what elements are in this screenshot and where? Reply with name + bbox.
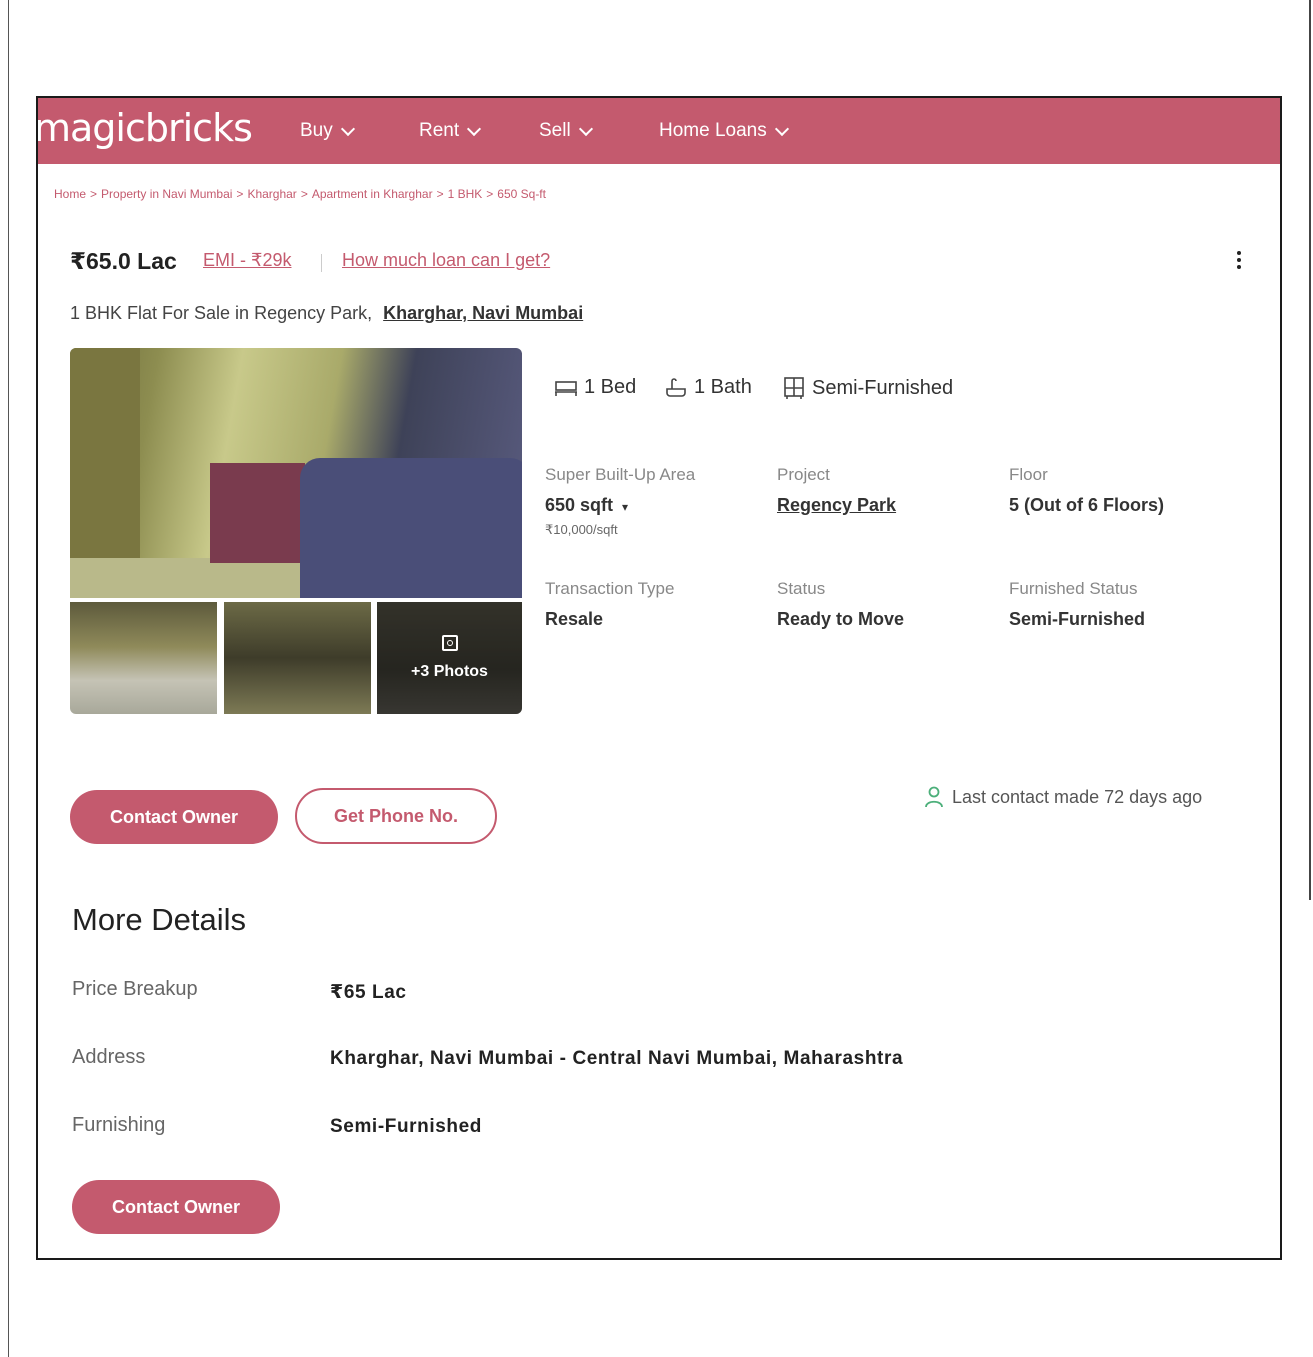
breadcrumb-home[interactable]: Home bbox=[54, 187, 86, 201]
spec-furnished-value: Semi-Furnished bbox=[1009, 609, 1146, 629]
magicbricks-logo[interactable]: magicbricks bbox=[38, 106, 253, 150]
page-edge-line bbox=[1309, 0, 1311, 900]
caret-down-icon: ▾ bbox=[622, 500, 629, 514]
get-phone-button[interactable]: Get Phone No. bbox=[295, 788, 497, 844]
more-photos-thumbnail[interactable]: +3 Photos bbox=[377, 602, 522, 714]
spec-area-value[interactable]: 650 sqft ▾ bbox=[545, 495, 628, 516]
spec-transaction-value: Resale bbox=[545, 609, 604, 629]
spec-transaction-label: Transaction Type bbox=[545, 579, 675, 598]
amenity-furnishing-label: Semi-Furnished bbox=[812, 376, 954, 399]
detail-label-address: Address bbox=[72, 1046, 146, 1068]
listing-price: ₹65.0 Lac bbox=[70, 248, 177, 274]
nav-buy-label: Buy bbox=[300, 120, 333, 141]
spec-project-label: Project bbox=[777, 465, 830, 484]
user-icon bbox=[925, 786, 943, 808]
listing-subtitle: 1 BHK Flat For Sale in Regency Park, Kha… bbox=[70, 303, 583, 324]
amenity-bath: 1 Bath bbox=[664, 376, 752, 399]
breadcrumb-kharghar[interactable]: Kharghar bbox=[247, 187, 296, 201]
page-edge-line bbox=[8, 0, 9, 1357]
breadcrumb-area[interactable]: 650 Sq-ft bbox=[497, 187, 546, 201]
nav-sell[interactable]: Sell bbox=[539, 120, 593, 142]
spec-floor-label: Floor bbox=[1009, 465, 1048, 484]
detail-value-price: ₹65 Lac bbox=[330, 982, 407, 1003]
detail-label-furnishing: Furnishing bbox=[72, 1114, 166, 1136]
chevron-down-icon bbox=[578, 121, 593, 136]
top-nav-bar: magicbricks Buy Rent Sell Home Loans bbox=[38, 98, 1280, 164]
divider bbox=[321, 254, 322, 272]
detail-value-furnishing: Semi-Furnished bbox=[330, 1116, 482, 1137]
more-options-icon[interactable] bbox=[1233, 248, 1245, 276]
spec-status-value: Ready to Move bbox=[777, 609, 905, 629]
nav-home-loans-label: Home Loans bbox=[659, 120, 767, 141]
last-contact-text: Last contact made 72 days ago bbox=[952, 786, 1203, 807]
gallery-icon bbox=[441, 635, 458, 651]
chevron-down-icon bbox=[467, 121, 482, 136]
amenity-furnishing: Semi-Furnished bbox=[782, 376, 953, 400]
more-details-title: More Details bbox=[72, 902, 246, 937]
nav-sell-label: Sell bbox=[539, 120, 571, 141]
photo-thumbnail[interactable] bbox=[70, 602, 217, 714]
photo-thumbnail[interactable] bbox=[224, 602, 371, 714]
amenity-bath-label: 1 Bath bbox=[694, 376, 752, 398]
last-contact-info: Last contact made 72 days ago bbox=[924, 786, 1202, 808]
loan-eligibility-link[interactable]: How much loan can I get? bbox=[342, 250, 550, 271]
listing-page: magicbricks Buy Rent Sell Home Loans Hom… bbox=[36, 96, 1282, 1260]
amenity-bed-label: 1 Bed bbox=[584, 376, 637, 398]
spec-furnished-label: Furnished Status bbox=[1009, 579, 1138, 598]
contact-owner-button[interactable]: Contact Owner bbox=[70, 790, 278, 844]
breadcrumb-property-navi-mumbai[interactable]: Property in Navi Mumbai bbox=[101, 187, 232, 201]
detail-value-address: Kharghar, Navi Mumbai - Central Navi Mum… bbox=[330, 1048, 904, 1069]
breadcrumb-apartment-kharghar[interactable]: Apartment in Kharghar bbox=[312, 187, 433, 201]
breadcrumb: Home > Property in Navi Mumbai > Kharghar >… bbox=[54, 187, 546, 201]
spec-area-text: 650 sqft bbox=[545, 495, 614, 515]
spec-area-rate: ₹10,000/sqft bbox=[545, 522, 618, 537]
chevron-down-icon bbox=[340, 121, 355, 136]
amenity-bed: 1 Bed bbox=[554, 376, 636, 399]
furnished-icon bbox=[784, 377, 804, 399]
nav-home-loans[interactable]: Home Loans bbox=[659, 120, 789, 142]
more-photos-label: +3 Photos bbox=[411, 663, 488, 680]
location-link[interactable]: Kharghar, Navi Mumbai bbox=[383, 303, 583, 323]
contact-owner-button-bottom[interactable]: Contact Owner bbox=[72, 1180, 280, 1234]
breadcrumb-1bhk[interactable]: 1 BHK bbox=[448, 187, 483, 201]
nav-rent-label: Rent bbox=[419, 120, 460, 141]
spec-area-label: Super Built-Up Area bbox=[545, 465, 696, 484]
nav-rent[interactable]: Rent bbox=[419, 120, 482, 142]
listing-subtitle-text: 1 BHK Flat For Sale in Regency Park, bbox=[70, 303, 373, 323]
detail-label-price: Price Breakup bbox=[72, 978, 198, 1000]
spec-floor-value: 5 (Out of 6 Floors) bbox=[1009, 495, 1164, 515]
photo-detail-bed bbox=[300, 458, 522, 598]
bath-icon bbox=[666, 377, 686, 397]
bed-icon bbox=[555, 380, 577, 396]
spec-status-label: Status bbox=[777, 579, 826, 598]
photo-detail-table bbox=[210, 463, 305, 563]
nav-buy[interactable]: Buy bbox=[300, 120, 355, 142]
chevron-down-icon bbox=[774, 121, 789, 136]
main-photo[interactable] bbox=[70, 348, 522, 598]
spec-project-link[interactable]: Regency Park bbox=[777, 495, 896, 516]
more-photos-overlay[interactable]: +3 Photos bbox=[377, 602, 522, 714]
emi-link[interactable]: EMI - ₹29k bbox=[203, 250, 291, 271]
